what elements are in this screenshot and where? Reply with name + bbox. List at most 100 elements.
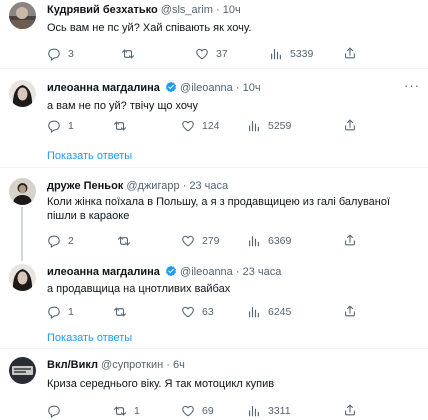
like-count: 69 — [202, 405, 214, 417]
views-icon — [249, 406, 259, 417]
author-name[interactable]: илеоанна магдалина — [47, 82, 160, 94]
post-text: а вам не по уй? твiчу що хочу — [47, 100, 199, 112]
reply-icon — [48, 48, 60, 61]
post[interactable]: Вкл/Викл @супроткин · 6ч Криза середньог… — [0, 349, 428, 420]
reply-icon — [48, 120, 60, 133]
share-icon — [345, 404, 355, 416]
post-header: илеоанна магдалина @ileoanna · 10ч — [47, 81, 261, 95]
reply-button[interactable]: 1 — [47, 304, 74, 320]
like-count: 124 — [202, 120, 220, 132]
reply-button[interactable]: 1 — [47, 118, 74, 134]
repost-icon — [113, 121, 127, 131]
author-name[interactable]: Кудрявий безхатько — [47, 4, 158, 16]
avatar[interactable] — [9, 264, 36, 291]
views-icon — [249, 121, 259, 132]
reply-button[interactable]: 2 — [47, 233, 74, 249]
like-button[interactable]: 37 — [195, 46, 228, 62]
heart-icon — [182, 306, 194, 318]
views-button[interactable]: 5259 — [247, 118, 291, 134]
post-text: Коли жінка поїхала в Польшу, а я з прода… — [47, 196, 391, 222]
separator-dot: · — [166, 359, 170, 371]
share-button[interactable] — [343, 46, 357, 63]
views-button[interactable]: 6245 — [247, 304, 291, 320]
share-button[interactable] — [343, 233, 357, 250]
share-icon — [345, 305, 355, 317]
more-icon[interactable]: ··· — [404, 79, 420, 92]
separator-dot: · — [215, 4, 220, 16]
repost-icon — [113, 307, 127, 317]
show-replies-link[interactable]: Показать ответы — [47, 331, 132, 345]
author-handle[interactable]: @ileoanna — [180, 266, 233, 278]
views-icon — [249, 236, 259, 247]
reply-button[interactable] — [47, 403, 68, 419]
avatar[interactable] — [9, 178, 36, 205]
share-icon — [345, 119, 355, 131]
author-handle[interactable]: @sls_arim — [161, 4, 213, 16]
views-icon — [271, 49, 281, 60]
reply-icon — [48, 235, 60, 248]
author-name[interactable]: илеоанна магдалина — [47, 266, 160, 278]
like-count: 63 — [202, 306, 214, 318]
post-header: друже Пеньок @джигарр · 23 часа — [47, 179, 228, 193]
like-count: 37 — [216, 48, 228, 60]
post[interactable]: илеоанна магдалина @ileoanna · 23 часа а… — [0, 258, 428, 348]
repost-icon — [113, 406, 127, 416]
like-button[interactable]: 124 — [181, 118, 220, 134]
post-header: илеоанна магдалина @ileoanna · 23 часа — [47, 265, 281, 279]
reply-icon — [48, 405, 60, 418]
avatar[interactable] — [9, 2, 36, 29]
post-time[interactable]: 10ч — [243, 82, 261, 94]
verified-badge-icon — [165, 265, 177, 277]
post-time[interactable]: 10ч — [223, 4, 241, 16]
post[interactable]: Кудрявий безхатько @sls_arim · 10ч Ось в… — [0, 0, 428, 68]
avatar[interactable] — [9, 80, 36, 107]
verified-badge-icon — [165, 81, 177, 93]
repost-button[interactable] — [113, 118, 134, 134]
share-button[interactable] — [343, 403, 357, 420]
avatar[interactable] — [9, 357, 36, 384]
post[interactable]: друже Пеньок @джигарр · 23 часа Коли жін… — [0, 168, 428, 258]
share-icon — [345, 47, 355, 59]
views-button[interactable]: 3311 — [247, 403, 291, 419]
heart-icon — [196, 48, 208, 60]
author-handle[interactable]: @супроткин — [101, 359, 163, 371]
views-button[interactable]: 6369 — [247, 233, 291, 249]
author-handle[interactable]: @джигарр — [126, 180, 179, 192]
reply-count: 3 — [68, 48, 74, 60]
views-button[interactable]: 5339 — [269, 46, 313, 62]
views-icon — [249, 307, 259, 318]
post-time[interactable]: 23 часа — [243, 266, 282, 278]
like-button[interactable]: 63 — [181, 304, 214, 320]
repost-button[interactable] — [113, 304, 134, 320]
like-button[interactable]: 279 — [181, 233, 220, 249]
post-header: Кудрявий безхатько @sls_arim · 10ч — [47, 3, 241, 17]
author-name[interactable]: друже Пеньок — [47, 180, 123, 192]
reply-count: 1 — [68, 120, 74, 132]
repost-icon — [117, 236, 131, 246]
author-handle[interactable]: @ileoanna — [180, 82, 233, 94]
post-text: Криза середнього віку. Я так мотоцикл ку… — [47, 378, 275, 390]
like-count: 279 — [202, 235, 220, 247]
post-time[interactable]: 23 часа — [189, 180, 228, 192]
post-header: Вкл/Викл @супроткин · 6ч — [47, 358, 185, 372]
share-button[interactable] — [343, 118, 357, 135]
views-count: 6245 — [268, 306, 292, 318]
show-replies-link[interactable]: Показать ответы — [47, 149, 132, 163]
repost-icon — [121, 49, 135, 59]
post-time[interactable]: 6ч — [173, 359, 185, 371]
post[interactable]: илеоанна магдалина @ileoanna · 10ч ··· а… — [0, 69, 428, 167]
reply-icon — [48, 306, 60, 319]
heart-icon — [182, 120, 194, 132]
reply-button[interactable]: 3 — [47, 46, 74, 62]
repost-button[interactable] — [117, 233, 138, 249]
author-name[interactable]: Вкл/Викл — [47, 359, 98, 371]
post-actions: 1 124 5259 — [47, 118, 419, 134]
views-count: 6369 — [268, 235, 292, 247]
post-actions: 3 37 5339 — [47, 46, 419, 62]
views-count: 5259 — [268, 120, 292, 132]
like-button[interactable]: 69 — [181, 403, 214, 419]
repost-button[interactable] — [121, 46, 142, 62]
repost-button[interactable]: 1 — [113, 403, 140, 419]
reply-count: 2 — [68, 235, 74, 247]
share-button[interactable] — [343, 304, 357, 321]
